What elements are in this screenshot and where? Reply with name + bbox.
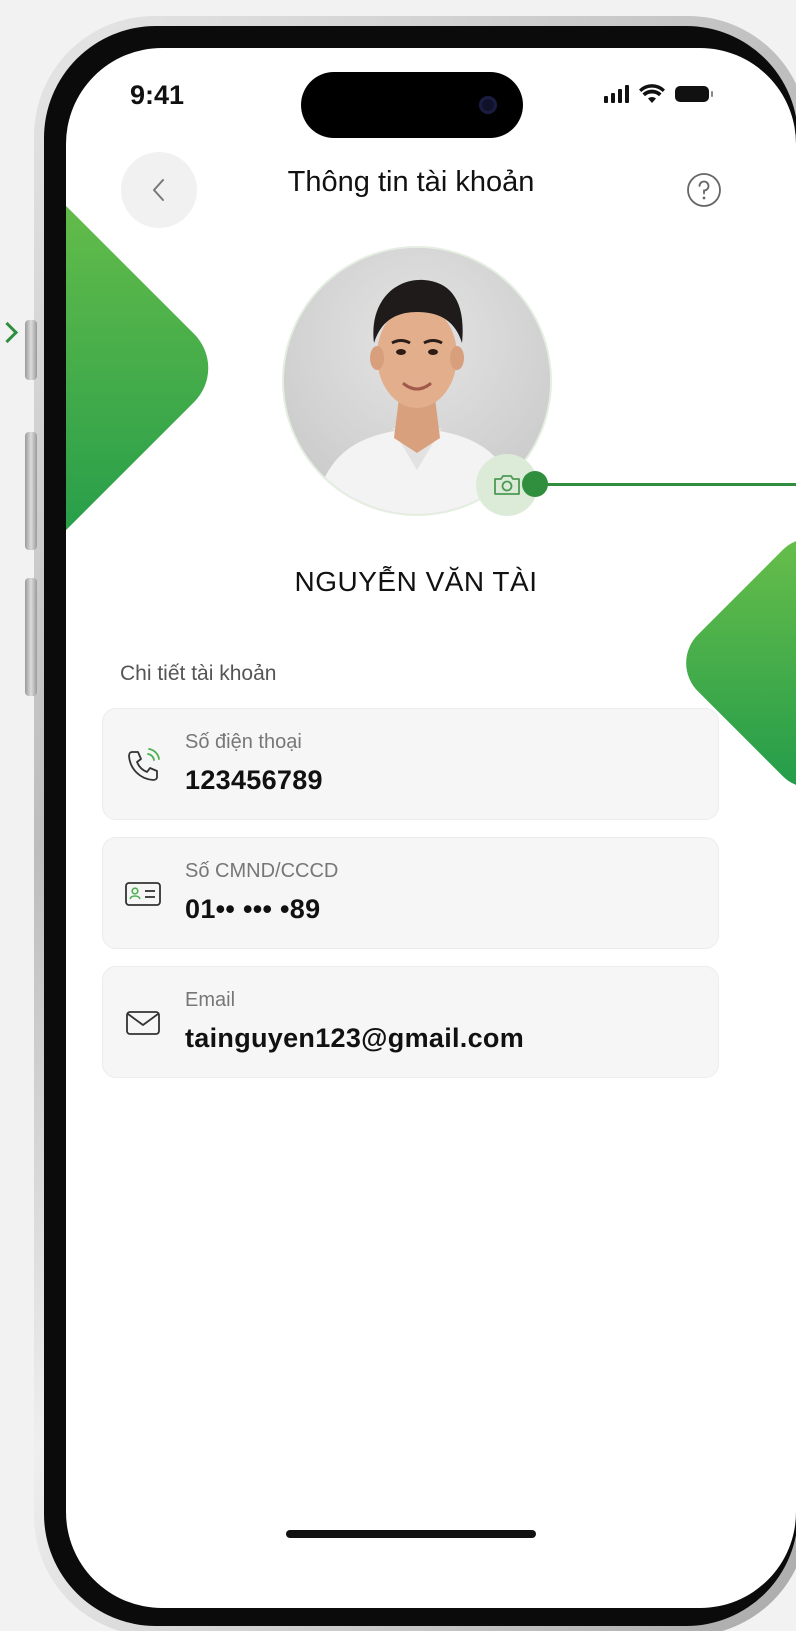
email-value: tainguyen123@gmail.com — [185, 1023, 525, 1053]
back-button[interactable] — [121, 152, 197, 228]
signal-icon — [604, 85, 629, 103]
home-indicator[interactable] — [286, 1530, 536, 1538]
id-card-label: Số CMND/CCCD — [185, 860, 339, 882]
section-label: Chi tiết tài khoản — [120, 662, 277, 685]
phone-screen: 9:41 Thông tin tài khoản NGUYỄN VĂN TÀI … — [66, 48, 796, 1608]
email-card[interactable]: Email tainguyen123@gmail.com — [102, 966, 719, 1078]
user-name: NGUYỄN VĂN TÀI — [294, 566, 538, 597]
camera-icon — [494, 475, 520, 495]
phone-label: Số điện thoại — [185, 731, 302, 753]
mute-switch — [25, 320, 37, 380]
annotation-arrow — [0, 321, 19, 344]
volume-up-button — [25, 432, 37, 550]
volume-down-button — [25, 578, 37, 696]
front-camera — [479, 96, 497, 114]
phone-card[interactable]: Số điện thoại 123456789 — [102, 708, 719, 820]
page-title: Thông tin tài khoản — [287, 166, 535, 198]
mockup-stage: 9:41 Thông tin tài khoản NGUYỄN VĂN TÀI … — [0, 0, 796, 1631]
id-card-value: 01•• ••• •89 — [185, 894, 321, 924]
mail-icon — [123, 1003, 163, 1043]
battery-icon — [675, 86, 713, 102]
help-circle-icon — [687, 173, 721, 207]
status-time: 9:41 — [130, 80, 185, 110]
phone-icon — [123, 745, 163, 785]
help-button[interactable] — [682, 168, 726, 212]
email-label: Email — [185, 989, 236, 1011]
dynamic-island — [301, 72, 523, 138]
id-card-icon — [123, 874, 163, 914]
chevron-left-icon — [153, 179, 164, 201]
status-icons — [604, 84, 713, 104]
phone-value: 123456789 — [185, 765, 323, 795]
annotation-line — [536, 483, 796, 486]
id-card-card[interactable]: Số CMND/CCCD 01•• ••• •89 — [102, 837, 719, 949]
annotation-dot — [522, 471, 548, 497]
wifi-icon — [639, 84, 665, 103]
